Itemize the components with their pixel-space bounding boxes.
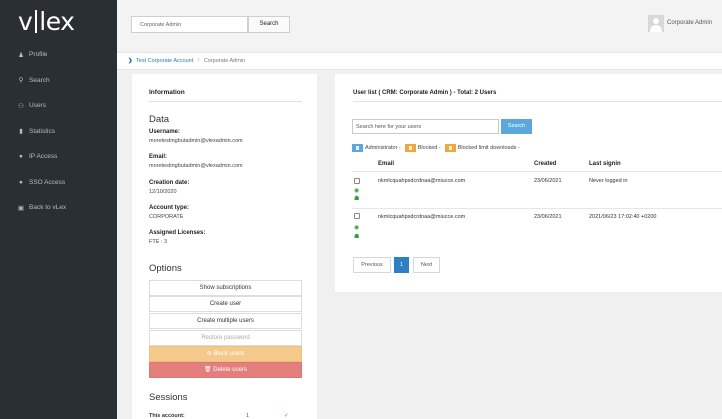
session-row: This account: 1 ✓ [149,413,302,419]
user-list-panel: User list ( CRM: Corporate Admin ) - Tot… [335,74,722,292]
delete-users-button[interactable]: 🗑 Delete users [149,362,302,378]
sidebar-item-back-to-vlex[interactable]: ▣ Back to vLex [0,195,117,221]
sidebar-item-label: IP Access [29,153,58,161]
logo-text-lex: lex [39,6,75,36]
sessions-heading: Sessions [149,392,188,403]
global-search-button[interactable]: Search [248,16,290,33]
row-checkbox[interactable] [354,178,360,184]
sidebar-item-label: SSO Access [29,178,66,186]
blocked-limit-legend-icon [444,144,456,152]
sidebar-item-search[interactable]: ⚲ Search [0,68,117,94]
sidebar-item-label: Search [29,76,50,84]
global-search-input[interactable]: Corporate Admin [131,16,248,33]
user-list-title: User list ( CRM: Corporate Admin ) - Tot… [353,90,497,96]
sidebar-item-sso-access[interactable]: ● SSO Access [0,170,117,196]
users-icon[interactable]: ☗ [354,234,359,240]
divider [353,101,722,102]
creation-date-label: Creation date: [149,180,190,186]
username-value: moretestingbutadmin@vlexadmin.com [149,138,243,144]
assigned-licenses-value: FTE : 3 [149,239,168,245]
eye-icon[interactable]: ◉ [354,225,359,231]
account-type-value: CORPORATE [149,214,184,220]
pagination-next[interactable]: Next [413,257,440,273]
create-user-button[interactable]: Create user [149,296,302,312]
vlex-logo[interactable]: v lex [0,0,117,42]
email-value: moretestingbutadmin@vlexadmin.com [149,163,243,169]
top-bar: Corporate Admin Search Corporate Admin [117,0,722,52]
sidebar: v lex ♟ Profile ⚲ Search ⚇ Users ▮ Statis… [0,0,117,419]
legend-administrator: Administrator - [365,145,401,151]
breadcrumb-current: Corporate Admin [203,58,246,64]
eye-icon[interactable]: ◉ [354,188,359,194]
session-count: 1 [246,413,250,419]
row-created: 23/06/2021 [534,214,562,220]
data-heading: Data [149,114,170,125]
person-icon: ♟ [18,51,24,59]
avatar-body [650,25,662,32]
ip-icon: ● [19,153,23,161]
users-icon: ⚇ [18,102,24,110]
column-header-last-signin[interactable]: Last signin [589,161,621,167]
sidebar-item-ip-access[interactable]: ● IP Access [0,144,117,170]
chevron-right-icon: ❯ [128,58,133,64]
block-users-button[interactable]: ⊘ Block users [149,346,302,362]
assigned-licenses-label: Assigned Licenses: [149,230,206,236]
row-email: nkmlcquahpsdcrdnaa@miucce.com [378,178,466,184]
user-search-input[interactable]: Search here for your users [352,119,499,134]
check-icon: ✓ [284,413,289,419]
row-created: 23/06/2021 [534,178,562,184]
show-subscriptions-button[interactable]: Show subscriptions [149,280,302,296]
creation-date-value: 12/10/2020 [149,189,177,195]
column-header-email[interactable]: Email [378,161,394,167]
pagination-page-1[interactable]: 1 [394,257,409,273]
email-label: Email: [149,154,168,160]
search-icon: ⚲ [18,77,24,85]
table-divider [352,208,722,209]
row-checkbox[interactable] [354,213,360,219]
sidebar-item-label: Profile [29,51,48,59]
back-icon: ▣ [17,204,25,212]
breadcrumb-link-account[interactable]: Test Corporate Account [136,58,193,64]
sso-icon: ● [19,178,23,186]
row-last-signin: 2021/06/23 17:02:40 +0200 [589,214,657,220]
information-title: Information [149,89,185,96]
restore-password-button[interactable]: Restore password [149,330,302,346]
sidebar-nav: ♟ Profile ⚲ Search ⚇ Users ▮ Statistics … [0,42,117,221]
bar-chart-icon: ▮ [19,128,23,136]
user-menu-name[interactable]: Corporate Admin [667,20,712,26]
sidebar-item-label: Back to vLex [29,204,67,212]
options-heading: Options [149,263,182,274]
logo-bar [35,9,38,33]
sidebar-item-label: Statistics [29,127,56,135]
avatar[interactable] [648,15,664,32]
column-header-created[interactable]: Created [534,161,556,167]
logo-text-v: v [18,6,33,36]
sidebar-item-profile[interactable]: ♟ Profile [0,42,117,68]
legend-blocked: Blocked - [417,145,441,151]
row-last-signin: Never logged in [589,178,628,184]
sidebar-item-users[interactable]: ⚇ Users [0,93,117,119]
sidebar-item-label: Users [29,102,46,110]
username-label: Username: [149,129,181,135]
legend-blocked-limit: Blocked limit downloads - [457,145,520,151]
breadcrumb-separator: / [197,58,200,64]
administrator-legend-icon [352,144,363,152]
account-type-label: Account type: [149,205,190,211]
users-icon[interactable]: ☗ [354,196,359,202]
blocked-legend-icon [404,144,416,152]
divider [149,101,302,102]
avatar-head [653,18,659,24]
pagination-previous[interactable]: Previous [353,257,391,273]
session-label: This account: [149,413,185,419]
sidebar-item-statistics[interactable]: ▮ Statistics [0,119,117,145]
breadcrumb: ❯ Test Corporate Account / Corporate Adm… [117,52,722,70]
role-legend: Administrator - Blocked - Blocked limit … [352,144,522,152]
create-multiple-users-button[interactable]: Create multiple users [149,313,302,329]
table-divider [352,171,722,172]
information-panel: Information Data Username: moretestingbu… [132,74,317,419]
row-email: nkmlcquahpsdcrdnaa@miucce.com [378,214,466,220]
user-search-button[interactable]: Search [501,119,532,134]
